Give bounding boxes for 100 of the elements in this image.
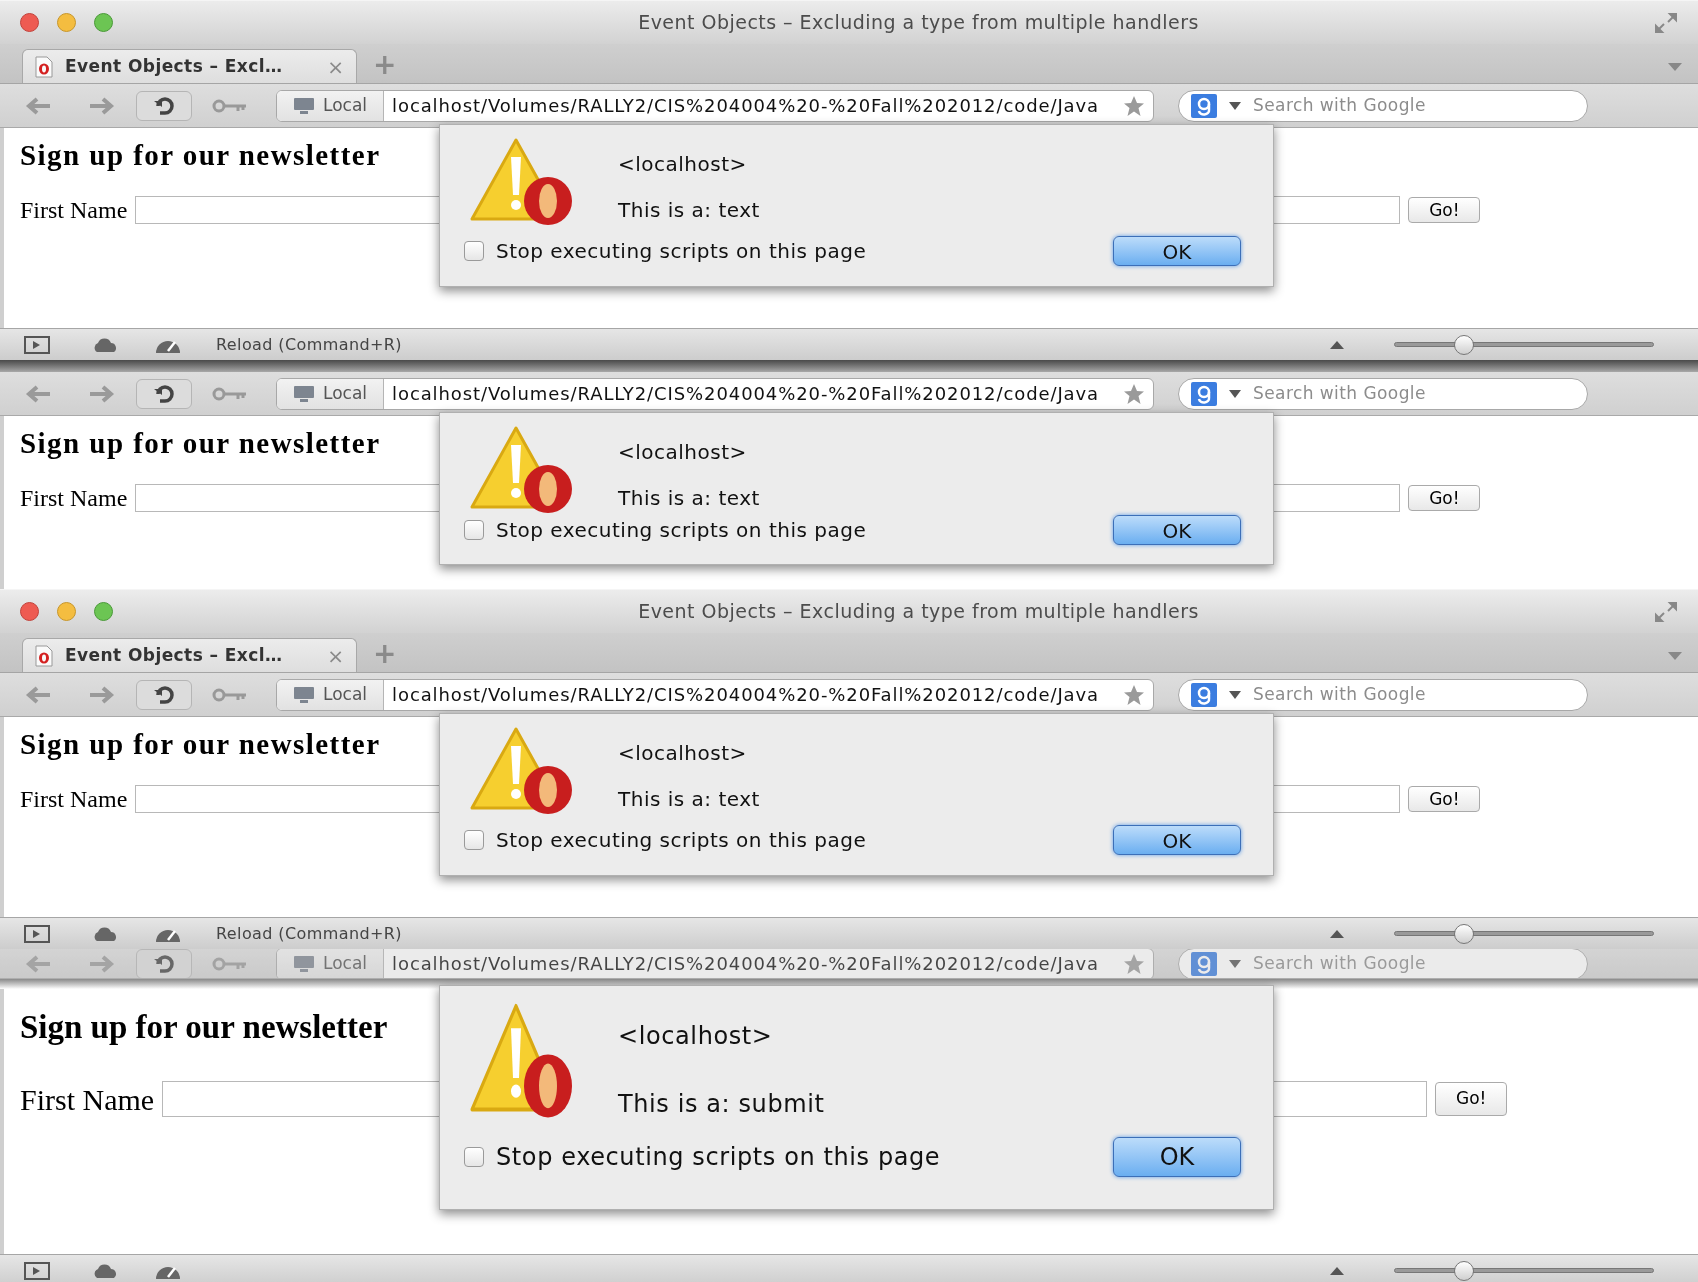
page-icon — [35, 55, 53, 78]
address-field[interactable]: Local localhost/Volumes/RALLY2/CIS%204004%20-%20Fall%202012/code/Java — [276, 89, 1154, 122]
panel-icon[interactable] — [24, 1261, 50, 1280]
up-caret-icon[interactable] — [1330, 340, 1344, 349]
key-icon[interactable] — [212, 686, 248, 703]
star-icon[interactable] — [1123, 382, 1145, 405]
minimize-button[interactable] — [57, 13, 76, 32]
monitor-icon — [293, 96, 315, 115]
browser-tab[interactable]: Event Objects – Excl… × — [22, 638, 357, 672]
star-icon[interactable] — [1123, 952, 1145, 975]
dialog-origin: <localhost> — [618, 151, 748, 178]
url-text: localhost/Volumes/RALLY2/CIS%204004%20-%20Fall%202012/code/Java — [391, 952, 1101, 976]
search-field[interactable]: Search with Google — [1253, 380, 1575, 407]
checkbox-label[interactable]: Stop executing scripts on this page — [496, 515, 867, 545]
checkbox-label[interactable]: Stop executing scripts on this page — [496, 825, 867, 855]
dialog-message: This is a: text — [618, 197, 760, 224]
checkbox[interactable] — [464, 520, 484, 540]
reload-button[interactable] — [136, 949, 192, 978]
key-icon[interactable] — [212, 385, 248, 402]
address-field[interactable]: Local localhost/Volumes/RALLY2/CIS%204004%20-%20Fall%202012/code/Java — [276, 678, 1154, 711]
panel-icon[interactable] — [24, 335, 50, 354]
field-label: First Name — [20, 483, 128, 513]
search-bar[interactable]: Search with Google — [1178, 89, 1588, 122]
back-icon[interactable] — [24, 95, 52, 116]
caret-icon[interactable] — [1229, 690, 1241, 699]
close-button[interactable] — [20, 602, 39, 621]
search-field[interactable]: Search with Google — [1253, 92, 1575, 119]
search-engine-icon[interactable] — [1191, 951, 1217, 976]
minimize-button[interactable] — [57, 602, 76, 621]
dialog-origin: <localhost> — [618, 740, 748, 767]
tab-title: Event Objects – Excl… — [65, 643, 284, 667]
dialog-message: This is a: text — [618, 485, 760, 512]
location-chip[interactable]: Local — [277, 90, 385, 121]
forward-icon[interactable] — [88, 684, 116, 705]
forward-icon[interactable] — [88, 95, 116, 116]
search-field[interactable]: Search with Google — [1253, 681, 1575, 708]
caret-icon[interactable] — [1229, 389, 1241, 398]
go-button[interactable]: Go! — [1435, 1082, 1508, 1116]
go-button[interactable]: Go! — [1408, 484, 1481, 511]
close-button[interactable] — [20, 13, 39, 32]
go-button[interactable]: Go! — [1408, 196, 1481, 223]
caret-icon[interactable] — [1229, 959, 1241, 968]
monitor-icon — [293, 685, 315, 704]
page-heading: Sign up for our newsletter — [20, 139, 381, 171]
checkbox[interactable] — [464, 241, 484, 261]
url-text: localhost/Volumes/RALLY2/CIS%204004%20-%20Fall%202012/code/Java — [391, 683, 1101, 707]
zoom-button[interactable] — [94, 13, 113, 32]
search-engine-icon[interactable] — [1191, 381, 1217, 406]
back-icon[interactable] — [24, 383, 52, 404]
up-caret-icon[interactable] — [1330, 1266, 1344, 1275]
checkbox-label[interactable]: Stop executing scripts on this page — [496, 236, 867, 266]
page-icon — [35, 644, 53, 667]
slider-thumb[interactable] — [1454, 334, 1475, 355]
checkbox[interactable] — [464, 1147, 484, 1167]
slider-thumb[interactable] — [1454, 1260, 1475, 1281]
search-bar[interactable]: Search with Google — [1178, 377, 1588, 410]
go-button[interactable]: Go! — [1408, 785, 1481, 812]
window-title: Event Objects – Excluding a type from multiple handlers — [637, 599, 1199, 625]
up-caret-icon[interactable] — [1330, 929, 1344, 938]
search-bar[interactable]: Search with Google — [1178, 678, 1588, 711]
dialog-origin: <localhost> — [618, 1021, 774, 1052]
dialog-origin: <localhost> — [618, 439, 748, 466]
slider-thumb[interactable] — [1454, 923, 1475, 944]
zoom-button[interactable] — [94, 602, 113, 621]
back-icon[interactable] — [24, 684, 52, 705]
field-label: First Name — [20, 784, 128, 814]
search-field[interactable]: Search with Google — [1253, 950, 1575, 977]
reload-button[interactable] — [136, 378, 192, 409]
reload-button[interactable] — [136, 679, 192, 710]
window-title: Event Objects – Excluding a type from multiple handlers — [637, 10, 1199, 36]
checkbox[interactable] — [464, 830, 484, 850]
status-text: Reload (Command+R) — [216, 922, 402, 945]
key-icon[interactable] — [212, 97, 248, 114]
ok-button[interactable]: OK — [1113, 515, 1241, 545]
caret-icon[interactable] — [1229, 101, 1241, 110]
checkbox-label[interactable]: Stop executing scripts on this page — [496, 1139, 941, 1175]
forward-icon[interactable] — [88, 383, 116, 404]
search-engine-icon[interactable] — [1191, 93, 1217, 118]
address-field[interactable]: Local localhost/Volumes/RALLY2/CIS%204004%20-%20Fall%202012/code/Java — [276, 949, 1154, 978]
location-chip[interactable]: Local — [277, 679, 385, 710]
page-heading: Sign up for our newsletter — [20, 427, 381, 459]
panel-icon[interactable] — [24, 924, 50, 943]
search-bar[interactable]: Search with Google — [1178, 949, 1588, 978]
field-label: First Name — [20, 1081, 155, 1118]
star-icon[interactable] — [1123, 683, 1145, 706]
ok-button[interactable]: OK — [1113, 1137, 1241, 1177]
fullscreen-icon[interactable] — [1654, 12, 1678, 33]
location-chip[interactable]: Local — [277, 378, 385, 409]
page-heading: Sign up for our newsletter — [20, 728, 381, 760]
search-engine-icon[interactable] — [1191, 682, 1217, 707]
fullscreen-icon[interactable] — [1654, 601, 1678, 622]
ok-button[interactable]: OK — [1113, 236, 1241, 266]
url-text: localhost/Volumes/RALLY2/CIS%204004%20-%20Fall%202012/code/Java — [391, 94, 1101, 118]
page-heading: Sign up for our newsletter — [20, 1009, 388, 1045]
field-label: First Name — [20, 195, 128, 225]
star-icon[interactable] — [1123, 94, 1145, 117]
browser-tab[interactable]: Event Objects – Excl… × — [22, 49, 357, 83]
reload-button[interactable] — [136, 90, 192, 121]
ok-button[interactable]: OK — [1113, 825, 1241, 855]
address-field[interactable]: Local localhost/Volumes/RALLY2/CIS%204004%20-%20Fall%202012/code/Java — [276, 377, 1154, 410]
